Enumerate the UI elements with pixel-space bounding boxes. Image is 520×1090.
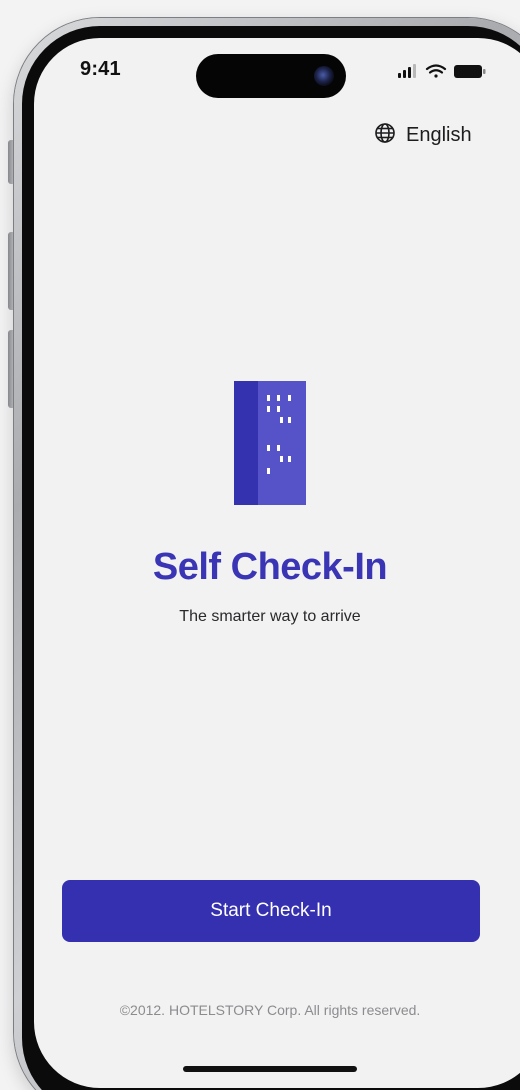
- status-icons: [398, 63, 488, 79]
- globe-icon: [374, 122, 396, 149]
- app-title: Self Check-In: [152, 546, 388, 588]
- home-indicator[interactable]: [183, 1066, 357, 1072]
- stage: 9:41 English Self Check-In The smarter w…: [0, 0, 520, 1090]
- wifi-icon: [425, 64, 447, 78]
- language-label: English: [406, 124, 472, 146]
- building-icon: [234, 381, 306, 505]
- phone-screen: 9:41 English Self Check-In The smarter w…: [34, 38, 520, 1088]
- language-selector[interactable]: English: [374, 122, 472, 149]
- start-check-in-button[interactable]: Start Check-In: [62, 880, 480, 942]
- signal-icon: [398, 64, 416, 78]
- copyright-footer: ©2012. HOTELSTORY Corp. All rights reser…: [119, 1002, 421, 1018]
- status-time: 9:41: [80, 58, 121, 80]
- dynamic-island: [196, 54, 346, 98]
- app-subtitle: The smarter way to arrive: [179, 608, 361, 625]
- battery-icon: [454, 65, 486, 78]
- camera-icon: [314, 66, 334, 86]
- start-check-in-label: Start Check-In: [210, 900, 332, 921]
